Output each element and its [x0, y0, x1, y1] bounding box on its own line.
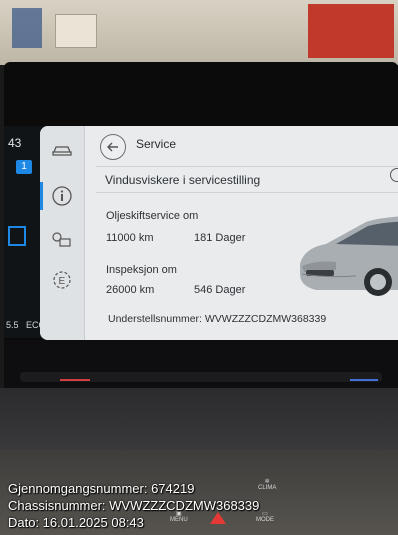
wiper-toggle-icon[interactable]: [390, 168, 398, 182]
chassis-line: Chassisnummer: WVWZZZCDZMW368339: [8, 498, 260, 513]
selection-box-icon: [8, 226, 26, 246]
inspection-distance: 26000 km: [106, 284, 155, 296]
background-red-panel: [308, 4, 394, 58]
inspection-heading: Inspeksjon om: [106, 264, 177, 276]
chassis-number: Understellsnummer: WVWZZZCDZMW368339: [108, 313, 327, 325]
temperature-readout: 43: [8, 136, 22, 150]
inspection-days: 546 Dager: [194, 284, 246, 296]
divider: [96, 192, 398, 193]
slider-indicator-red: [60, 379, 90, 381]
slider-indicator-blue: [350, 379, 378, 381]
background-object: [12, 8, 42, 48]
photo-frame: 43 1 5.5 ECO E Service Vindusviskere i s…: [0, 0, 398, 535]
nav-car-settings-icon[interactable]: [46, 224, 78, 256]
wiper-service-toggle[interactable]: Vindusviskere i servicestilling: [105, 173, 260, 187]
clima-label: CLIMA: [258, 485, 277, 491]
date-line: Dato: 16.01.2025 08:43: [8, 515, 144, 530]
back-button[interactable]: [100, 134, 126, 160]
clima-button[interactable]: ✲ CLIMA: [258, 478, 276, 491]
side-navigation: E: [40, 126, 85, 340]
service-panel: E Service Vindusviskere i servicestillin…: [40, 126, 398, 340]
oil-service-days: 181 Dager: [194, 232, 246, 244]
nav-info-icon[interactable]: [40, 180, 78, 212]
fan-icon: ✲: [264, 479, 270, 485]
oil-service-distance: 11000 km: [106, 232, 154, 244]
value-readout: 5.5: [6, 320, 19, 330]
back-arrow-icon: [107, 142, 118, 152]
svg-text:E: E: [59, 276, 66, 287]
count-badge: 1: [16, 160, 32, 174]
background-box: [55, 14, 97, 48]
nav-car-icon[interactable]: [46, 134, 78, 166]
nav-e-mode-icon[interactable]: E: [46, 264, 78, 296]
service-content: Service Vindusviskere i servicestilling …: [84, 126, 398, 340]
inspection-id-line: Gjennomgangsnummer: 674219: [8, 481, 195, 496]
photo-caption: Gjennomgangsnummer: 674219 Chassisnummer…: [8, 480, 259, 531]
oil-service-heading: Oljeskiftservice om: [106, 210, 199, 222]
car-image: [300, 216, 398, 296]
divider: [96, 166, 398, 167]
page-title: Service: [136, 137, 177, 151]
